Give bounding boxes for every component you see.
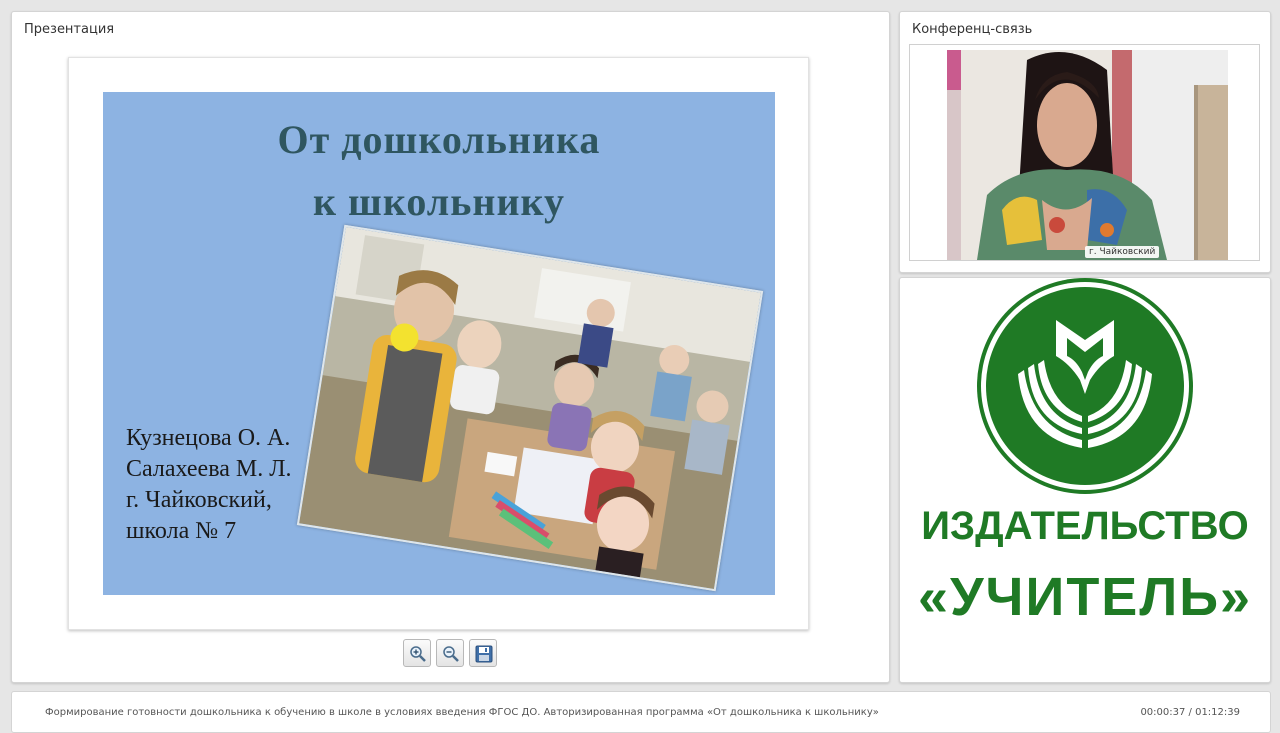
save-icon: [475, 645, 493, 663]
video-location-label: г. Чайковский: [1085, 246, 1160, 258]
slide-title-line1: От дошкольника: [277, 117, 601, 162]
conference-panel-title: Конференц-связь: [912, 22, 1033, 37]
author-line: г. Чайковский,: [126, 487, 272, 513]
conference-panel: Конференц-связь г. Чайковский: [899, 11, 1271, 273]
publisher-logo-panel: ИЗДАТЕЛЬСТВО «УЧИТЕЛЬ»: [899, 277, 1271, 683]
publisher-name-line1: ИЗДАТЕЛЬСТВО: [921, 504, 1249, 548]
save-button[interactable]: [469, 639, 497, 667]
zoom-out-icon: [443, 646, 459, 662]
video-stream: г. Чайковский: [947, 50, 1228, 260]
zoom-out-button[interactable]: [436, 639, 464, 667]
publisher-name-line2: «УЧИТЕЛЬ»: [917, 567, 1253, 627]
footer-bar: Формирование готовности дошкольника к об…: [11, 691, 1271, 733]
slide-frame: От дошкольника к школьнику Кузнецова О. …: [68, 57, 809, 630]
author-line: Кузнецова О. А.: [126, 425, 291, 451]
presentation-panel-title: Презентация: [24, 22, 115, 37]
presentation-slide: От дошкольника к школьнику Кузнецова О. …: [103, 92, 775, 595]
author-line: школа № 7: [126, 518, 237, 544]
video-frame: г. Чайковский: [909, 44, 1260, 261]
slide-title-line2: к школьнику: [313, 179, 565, 224]
author-line: Салахеева М. Л.: [126, 456, 292, 482]
classroom-photo: [296, 224, 764, 592]
slide-authors: Кузнецова О. А. Салахеева М. Л. г. Чайко…: [126, 423, 292, 547]
zoom-in-button[interactable]: [403, 639, 431, 667]
playback-time: 00:00:37 / 01:12:39: [1140, 707, 1240, 718]
presentation-panel: Презентация От дошкольника к школьнику К…: [11, 11, 890, 683]
webinar-title: Формирование готовности дошкольника к об…: [45, 707, 879, 718]
zoom-in-icon: [410, 646, 426, 662]
publisher-emblem-icon: [975, 278, 1195, 496]
